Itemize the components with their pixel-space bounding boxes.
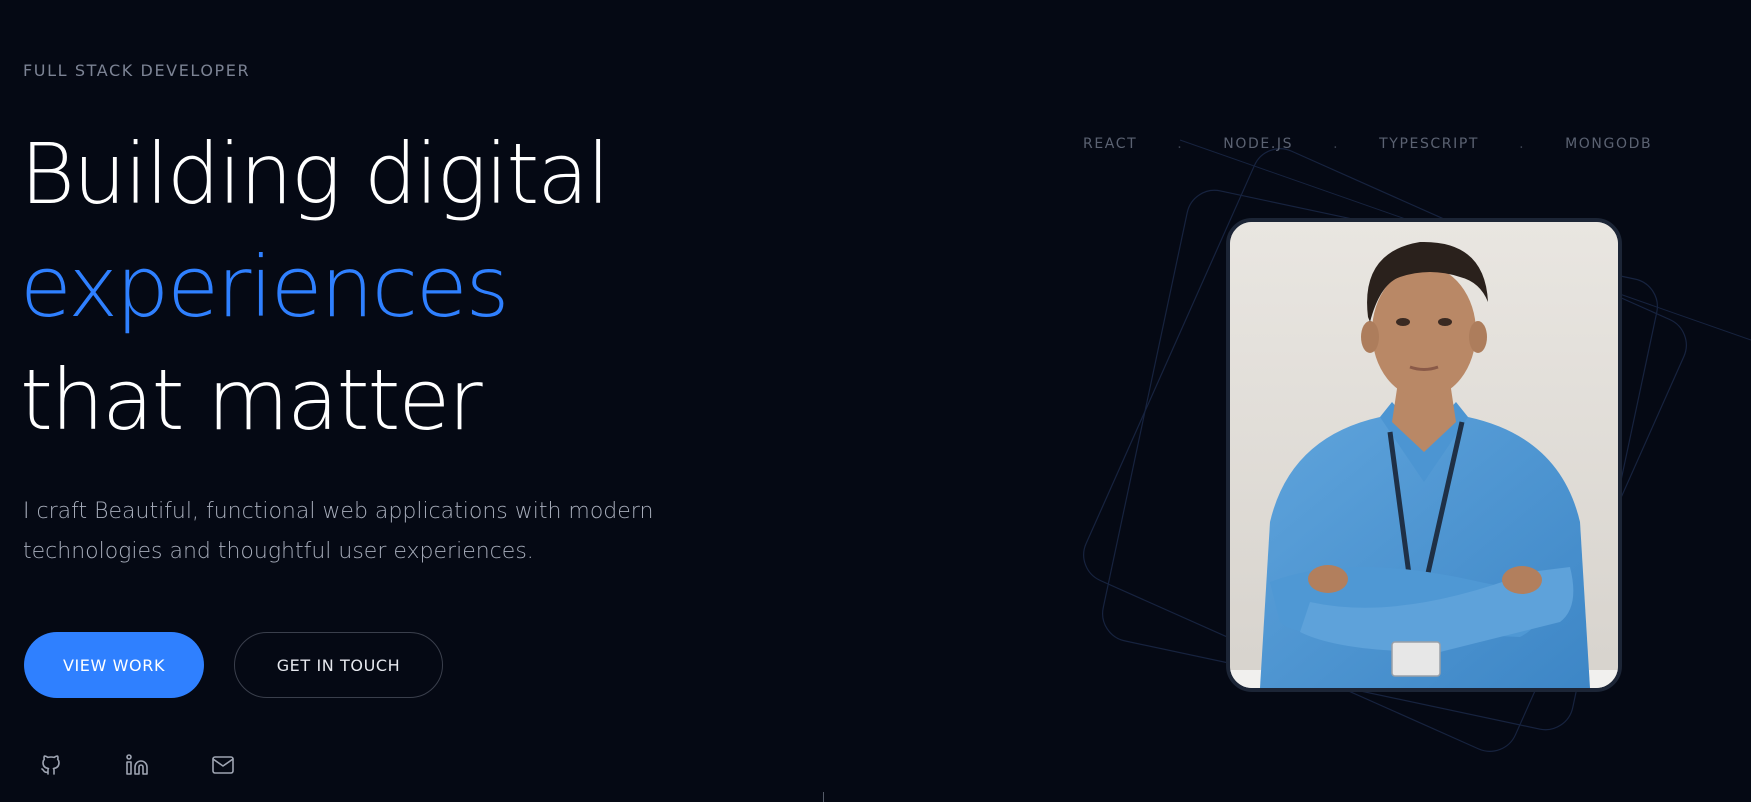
hero-section: FULL STACK DEVELOPER Building digital ex… [0, 0, 1751, 802]
linkedin-icon[interactable] [124, 752, 150, 778]
hero-subtitle: I craft Beautiful, functional web applic… [23, 499, 654, 564]
tech-item-react: REACT [1083, 136, 1138, 152]
tech-item-typescript: TYPESCRIPT [1379, 136, 1480, 152]
tech-item-nodejs: NODE.JS [1223, 136, 1294, 152]
github-icon[interactable] [38, 752, 64, 778]
hero-headline: Building digital experiences that matter [20, 118, 610, 457]
eyebrow-label: FULL STACK DEVELOPER [23, 61, 251, 80]
view-work-button[interactable]: VIEW WORK [24, 632, 204, 698]
tech-separator: . [1177, 136, 1184, 152]
tech-separator: . [1333, 136, 1340, 152]
mail-icon[interactable] [210, 752, 236, 778]
headline-line-3: that matter [20, 351, 483, 449]
tech-stack-list: REACT . NODE.JS . TYPESCRIPT . MONGODB [1083, 136, 1652, 152]
tech-separator: . [1519, 136, 1526, 152]
person-illustration [1230, 222, 1618, 688]
scroll-indicator [823, 792, 824, 802]
get-in-touch-button[interactable]: GET IN TOUCH [234, 632, 443, 698]
portrait-photo [1226, 218, 1622, 692]
headline-line-2-accent: experiences [20, 238, 509, 336]
social-links [38, 752, 236, 778]
headline-line-1: Building digital [20, 125, 610, 223]
tech-item-mongodb: MONGODB [1565, 136, 1653, 152]
